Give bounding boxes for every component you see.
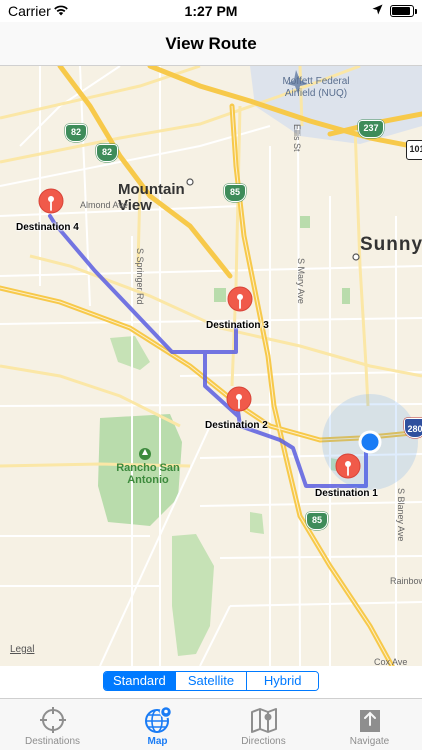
destination-pin-2[interactable] — [226, 386, 252, 422]
airfield-label: Moffett Federal Airfield (NUQ) — [282, 76, 350, 99]
battery-fill — [392, 7, 410, 15]
route-82-shield-icon: 82 — [65, 124, 87, 142]
destination-label-3: Destination 3 — [206, 320, 269, 331]
park-strip — [172, 534, 214, 656]
street-label-blaney: S Blaney Ave — [396, 488, 406, 542]
map-type-segmented-control[interactable]: Standard Satellite Hybrid — [103, 671, 319, 691]
tab-label: Navigate — [349, 736, 390, 747]
street-label-springer: S Springer Rd — [135, 248, 145, 305]
destination-pin-3[interactable] — [227, 286, 253, 322]
street-label-cox: Cox Ave — [374, 657, 408, 666]
status-bar: Carrier 1:27 PM — [0, 0, 422, 22]
park-label: Rancho San Antonio — [116, 462, 180, 486]
crosshair-icon — [40, 707, 66, 733]
destination-pin-1[interactable] — [335, 453, 361, 489]
route-237-shield-icon: 237 — [358, 120, 384, 138]
park-small-1 — [214, 288, 226, 302]
street-label-mary: S Mary Ave — [296, 258, 306, 304]
segment-satellite[interactable]: Satellite — [174, 672, 247, 690]
page-title: View Route — [165, 34, 257, 53]
tab-label: Destinations — [24, 736, 81, 747]
clock: 1:27 PM — [184, 3, 238, 19]
route-85-shield-icon: 85 — [224, 184, 246, 202]
battery-icon — [390, 5, 417, 17]
tab-map[interactable]: Map — [105, 699, 210, 750]
segment-standard[interactable]: Standard — [104, 672, 175, 690]
map-pin-icon — [227, 286, 253, 312]
route-85-shield-icon: 85 — [306, 512, 328, 530]
park-small-4 — [110, 336, 150, 370]
park-small-2 — [342, 288, 350, 304]
globe-icon — [145, 705, 173, 733]
map-pin-icon — [38, 188, 64, 214]
screen: Carrier 1:27 PM View Route Mountain View… — [0, 0, 422, 750]
tab-bar: Destinations Map Directions Navigate — [0, 698, 422, 750]
destination-pin-4[interactable] — [38, 188, 64, 224]
street-label-rainbow: Rainbow — [390, 576, 422, 586]
destination-label-2: Destination 2 — [205, 420, 268, 431]
battery-cap — [415, 9, 417, 14]
route-82-shield-icon: 82 — [96, 144, 118, 162]
legal-link[interactable]: Legal — [10, 644, 34, 655]
navigation-bar: View Route — [0, 22, 422, 66]
tab-directions[interactable]: Directions — [211, 699, 316, 750]
city-label-mountain-view: Mountain View — [118, 181, 185, 214]
map-view[interactable]: MountainView Sunnyv Moffett FederalAirfi… — [0, 66, 422, 666]
interstate-280-shield-icon: 280 — [404, 418, 422, 438]
highway-82 — [57, 66, 233, 279]
location-arrow-icon — [372, 4, 383, 15]
tab-label: Map — [147, 736, 168, 747]
share-arrow-icon — [360, 710, 380, 732]
map-pin-icon — [226, 386, 252, 412]
destination-label-1: Destination 1 — [315, 488, 378, 499]
user-location-dot — [358, 430, 382, 454]
city-label-sunnyvale: Sunnyv — [360, 234, 422, 255]
street-label-ellis: Ellis St — [292, 124, 302, 152]
segment-hybrid[interactable]: Hybrid — [246, 672, 318, 690]
street-label-almond: Almond Ave — [80, 200, 128, 210]
park-small-3 — [300, 216, 310, 228]
map-pin-icon — [335, 453, 361, 479]
map-canvas — [0, 66, 422, 666]
us-101-shield-icon: 101 — [406, 140, 422, 160]
tab-destinations[interactable]: Destinations — [0, 699, 105, 750]
destination-label-4: Destination 4 — [16, 222, 79, 233]
folded-map-icon — [251, 708, 277, 733]
map-type-strip: Standard Satellite Hybrid — [0, 666, 422, 698]
park-small-5 — [250, 512, 264, 534]
tab-navigate[interactable]: Navigate — [317, 699, 422, 750]
tab-label: Directions — [241, 736, 286, 747]
